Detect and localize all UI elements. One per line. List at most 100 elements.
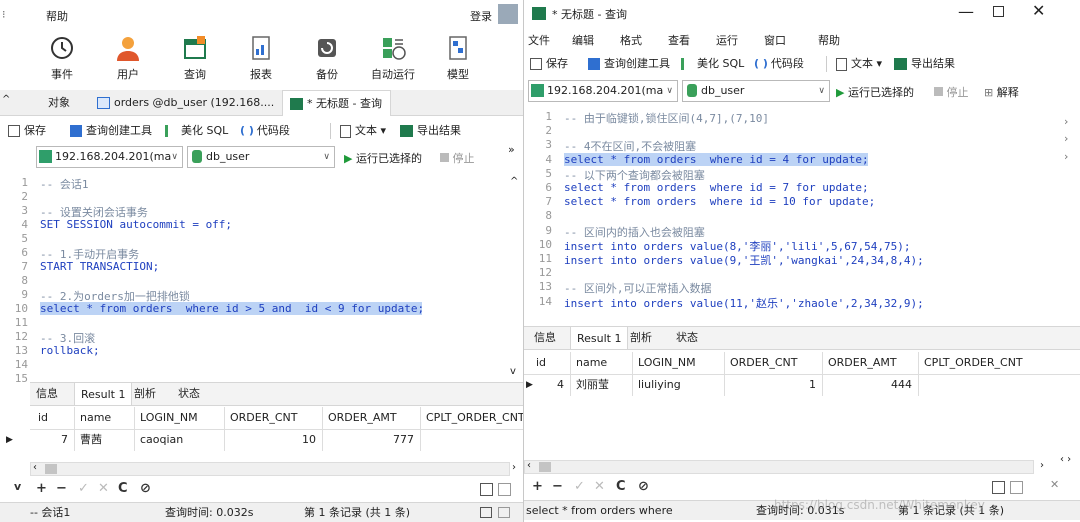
- add-record-icon[interactable]: +: [36, 481, 47, 496]
- code-line[interactable]: rollback;: [40, 344, 100, 357]
- export-button[interactable]: 导出结果: [894, 50, 955, 78]
- grid-view-icon[interactable]: [992, 481, 1005, 494]
- table-cell[interactable]: 4: [530, 375, 564, 395]
- snippet-button[interactable]: ( ) 代码段: [240, 117, 290, 145]
- export-button[interactable]: 导出结果: [400, 117, 461, 145]
- minimize-button[interactable]: —: [958, 2, 974, 21]
- table-cell[interactable]: 7: [32, 430, 68, 450]
- menu-item[interactable]: 帮助: [818, 32, 840, 48]
- menu-item[interactable]: 编辑: [572, 32, 594, 48]
- text-button[interactable]: 文本 ▾: [836, 50, 882, 78]
- scroll-up-icon[interactable]: ^: [510, 176, 518, 187]
- apply-icon[interactable]: ✓: [78, 481, 89, 496]
- code-line[interactable]: select * from orders where id = 4 for up…: [564, 152, 869, 166]
- tab-info[interactable]: 信息: [30, 382, 64, 405]
- connection-select[interactable]: 192.168.204.201(ma ∨: [528, 80, 678, 102]
- more-chevron-icon[interactable]: »: [508, 143, 515, 156]
- table-cell[interactable]: caoqian: [140, 430, 183, 450]
- run-selected-button[interactable]: ▶ 运行已选择的: [344, 150, 422, 166]
- code-line[interactable]: select * from orders where id > 5 and id…: [40, 302, 424, 315]
- stop-query-icon[interactable]: ⊘: [140, 481, 151, 496]
- code-line[interactable]: select * from orders where id = 10 for u…: [564, 195, 875, 208]
- code-line[interactable]: SET SESSION autocommit = off;: [40, 218, 232, 231]
- collapse-icon[interactable]: ^: [2, 94, 10, 105]
- table-cell[interactable]: 刘丽莹: [576, 375, 609, 395]
- form-view-icon[interactable]: [498, 483, 511, 496]
- table-cell[interactable]: 777: [322, 430, 414, 450]
- tab-status[interactable]: 状态: [172, 382, 206, 405]
- explain-button[interactable]: ⊞ 解释: [984, 84, 1019, 100]
- scroll-left-icon[interactable]: ‹: [33, 462, 37, 473]
- column-header[interactable]: ORDER_AMT: [828, 352, 897, 374]
- tab-profile[interactable]: 剖析: [624, 326, 658, 349]
- toolbar-report-button[interactable]: 报表: [231, 30, 291, 82]
- collapse-panel-icon[interactable]: ‹ ›: [1060, 454, 1071, 465]
- toolbar-query-button[interactable]: 查询: [165, 30, 225, 82]
- table-cell[interactable]: 444: [822, 375, 912, 395]
- delete-record-icon[interactable]: −: [552, 479, 563, 494]
- side-chevron-icon[interactable]: ›: [1064, 115, 1068, 128]
- menu-item[interactable]: 运行: [716, 32, 738, 48]
- column-header[interactable]: ORDER_AMT: [328, 407, 397, 429]
- code-line[interactable]: select * from orders where id = 7 for up…: [564, 181, 869, 194]
- column-header[interactable]: id: [536, 352, 546, 374]
- code-line[interactable]: -- 会话1: [40, 176, 89, 192]
- form-view-icon[interactable]: [1010, 481, 1023, 494]
- expand-icon[interactable]: v: [14, 480, 21, 493]
- toolbar-user-button[interactable]: 用户: [98, 30, 158, 82]
- save-button[interactable]: 保存: [8, 117, 46, 145]
- beautify-sql-button[interactable]: 美化 SQL: [165, 117, 228, 145]
- right-sql-editor[interactable]: 1 -- 由于临键锁,锁住区间(4,7],(7,10] 2 3 -- 4不在区间,不会被…: [524, 106, 1080, 324]
- right-horizontal-scrollbar[interactable]: ‹: [524, 460, 1034, 474]
- code-line[interactable]: -- 由于临键锁,锁住区间(4,7],(7,10]: [564, 110, 769, 126]
- query-builder-button[interactable]: 查询创建工具: [70, 117, 152, 145]
- refresh-icon[interactable]: C: [616, 479, 626, 494]
- stop-button[interactable]: 停止: [440, 150, 475, 166]
- code-line[interactable]: insert into orders value(11,'赵乐','zhaole…: [564, 295, 924, 311]
- tab-result-1[interactable]: Result 1: [570, 326, 629, 349]
- table-cell[interactable]: liuliying: [638, 375, 681, 395]
- table-cell[interactable]: 曹茜: [80, 430, 102, 450]
- add-record-icon[interactable]: +: [532, 479, 543, 494]
- tab-objects[interactable]: 对象: [40, 90, 78, 116]
- discard-icon[interactable]: ✕: [98, 481, 109, 496]
- avatar-icon[interactable]: [498, 4, 518, 24]
- toolbar-model-button[interactable]: 模型: [428, 30, 488, 82]
- side-chevron-icon[interactable]: ›: [1064, 150, 1068, 163]
- menu-help[interactable]: 帮助: [46, 8, 68, 24]
- tab-untitled-query[interactable]: * 无标题 - 查询: [282, 90, 391, 116]
- tab-status[interactable]: 状态: [670, 326, 704, 349]
- code-line[interactable]: START TRANSACTION;: [40, 260, 159, 273]
- close-button[interactable]: ✕: [1032, 1, 1045, 20]
- login-link[interactable]: 登录: [470, 8, 492, 24]
- scroll-left-icon[interactable]: ‹: [527, 460, 531, 471]
- stop-query-icon[interactable]: ⊘: [638, 479, 649, 494]
- delete-record-icon[interactable]: −: [56, 481, 67, 496]
- column-header[interactable]: name: [80, 407, 111, 429]
- toolbar-event-button[interactable]: 事件: [32, 30, 92, 82]
- column-header[interactable]: LOGIN_NM: [140, 407, 198, 429]
- left-sql-editor[interactable]: 1 -- 会话1 2 3 -- 设置关闭会话事务 4 SET SESSION autocom…: [0, 172, 523, 382]
- left-horizontal-scrollbar[interactable]: ‹: [30, 462, 510, 476]
- status-grid-icon[interactable]: [480, 507, 492, 518]
- side-chevron-icon[interactable]: ›: [1064, 132, 1068, 145]
- tab-result-1[interactable]: Result 1: [74, 382, 133, 405]
- scroll-right-icon[interactable]: ›: [512, 462, 516, 473]
- menu-item[interactable]: 文件: [528, 32, 550, 48]
- table-cell[interactable]: 10: [224, 430, 316, 450]
- menu-item[interactable]: 查看: [668, 32, 690, 48]
- discard-icon[interactable]: ✕: [594, 479, 605, 494]
- column-header[interactable]: LOGIN_NM: [638, 352, 696, 374]
- refresh-icon[interactable]: C: [118, 481, 128, 496]
- query-builder-button[interactable]: 查询创建工具: [588, 50, 670, 78]
- column-header[interactable]: name: [576, 352, 607, 374]
- toolbar-autorun-button[interactable]: 自动运行: [363, 30, 423, 82]
- save-button[interactable]: 保存: [530, 50, 568, 78]
- maximize-button[interactable]: [993, 6, 1004, 17]
- beautify-sql-button[interactable]: 美化 SQL: [681, 50, 744, 78]
- run-selected-button[interactable]: ▶ 运行已选择的: [836, 84, 914, 100]
- menu-item[interactable]: 格式: [620, 32, 642, 48]
- scroll-down-icon[interactable]: v: [510, 366, 516, 377]
- scroll-thumb[interactable]: [45, 464, 57, 474]
- column-header[interactable]: ORDER_CNT: [730, 352, 798, 374]
